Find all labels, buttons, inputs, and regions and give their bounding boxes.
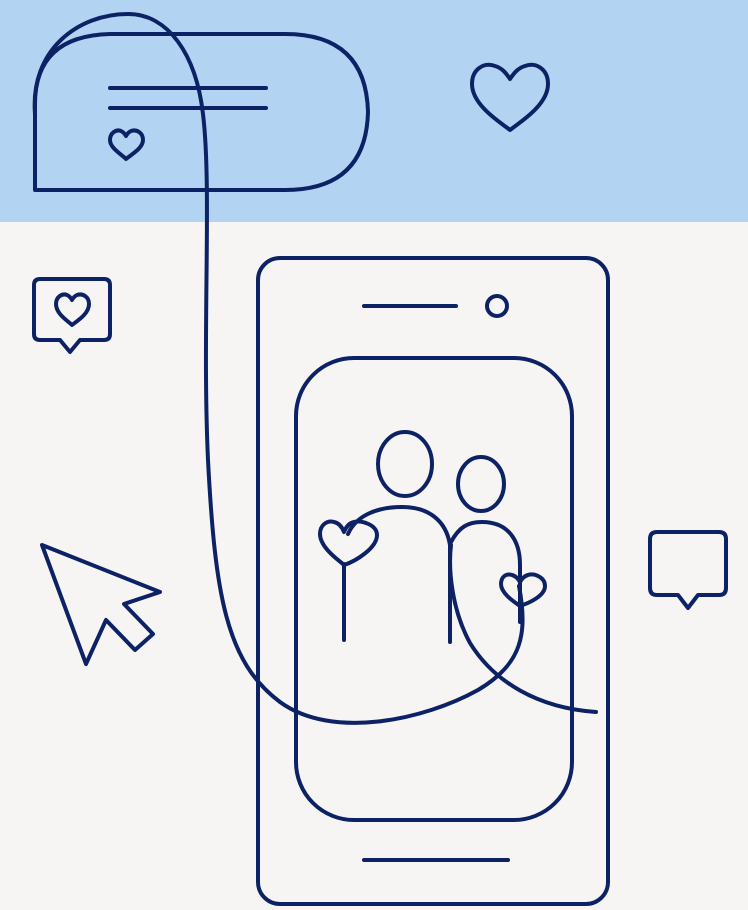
couple-icon — [320, 432, 545, 642]
phone-dating-illustration — [0, 0, 748, 910]
heart-chat-icon — [34, 279, 110, 352]
illustration-canvas: on e — [0, 0, 748, 910]
heart-outline-icon — [472, 65, 548, 130]
heart-icon — [110, 130, 143, 159]
cursor-icon — [42, 545, 160, 664]
chat-bubble-icon — [650, 532, 726, 608]
connecting-line — [35, 14, 596, 723]
phone-icon — [258, 258, 608, 904]
